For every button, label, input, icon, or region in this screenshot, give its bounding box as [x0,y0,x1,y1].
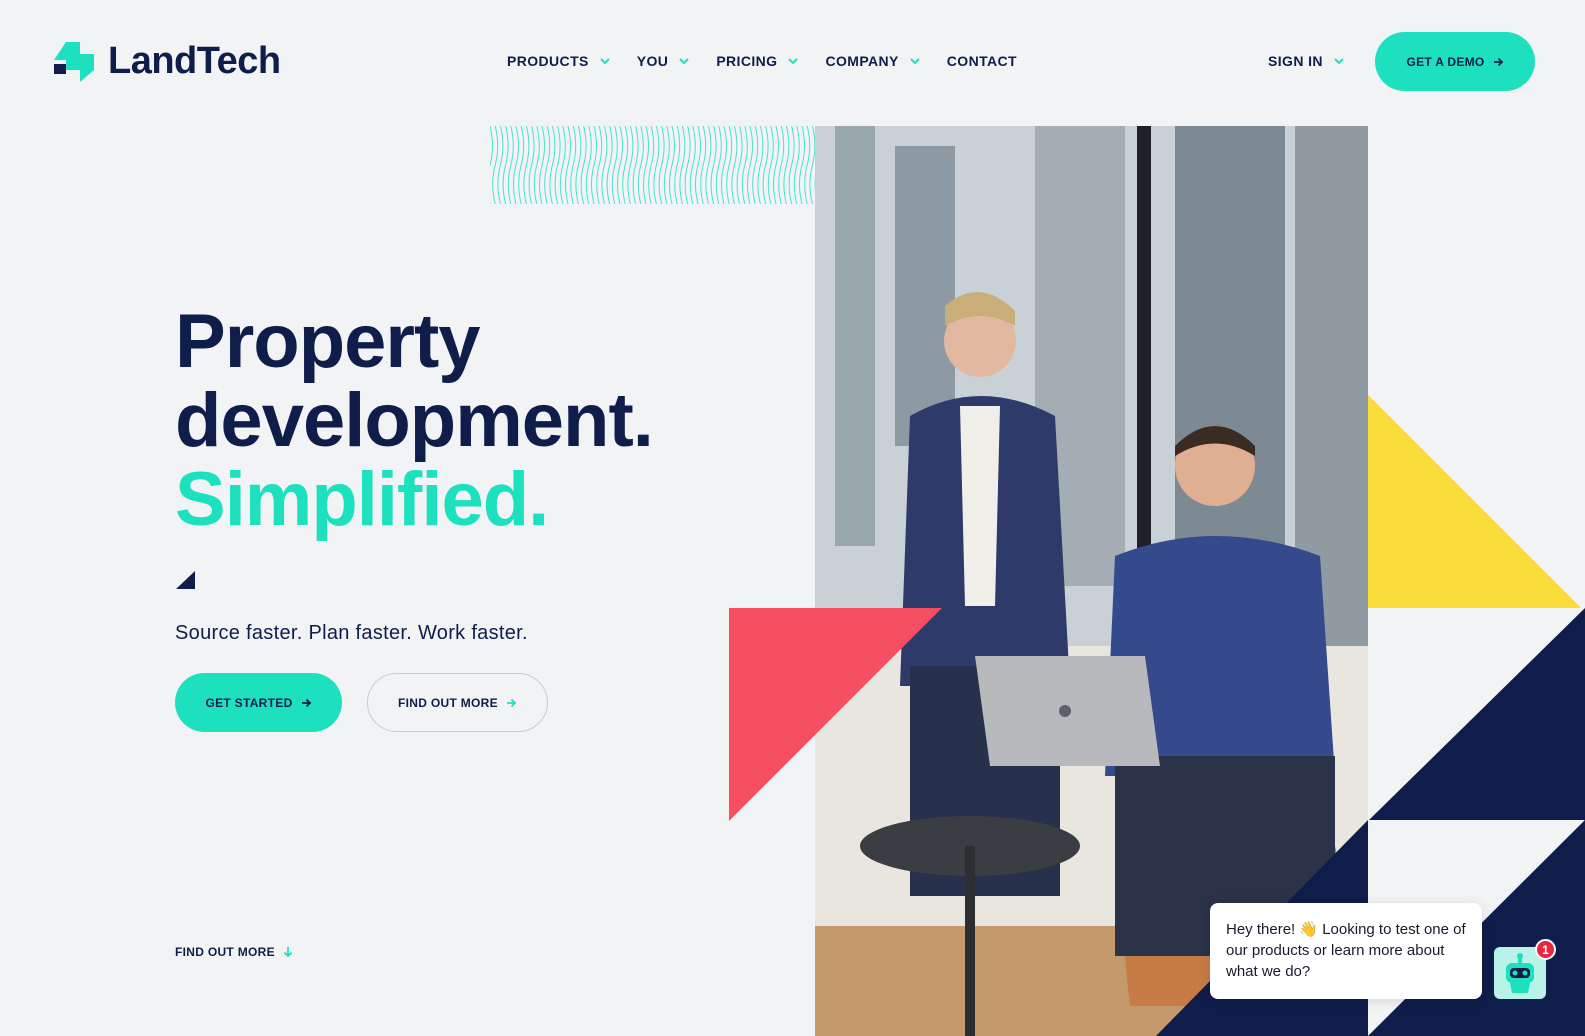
unread-badge: 1 [1535,939,1556,960]
arrow-right-icon [1493,57,1503,66]
hero-tagline: Source faster. Plan faster. Work faster. [175,622,528,644]
arrow-down-icon [283,947,293,958]
yellow-triangle [1368,395,1581,608]
sign-in-label: SIGN IN [1268,53,1323,69]
chevron-down-icon [679,58,690,65]
scroll-find-out-more-link[interactable]: FIND OUT MORE [175,945,293,959]
pink-triangle [729,608,942,821]
main-nav: PRODUCTS YOU PRICING COMPANY CONTACT [507,53,1017,69]
chat-bubble[interactable]: Hey there! 👋 Looking to test one of our … [1210,903,1482,999]
arrow-right-icon [301,698,311,707]
nav-item-contact[interactable]: CONTACT [947,53,1017,69]
nav-label: PRICING [716,53,778,69]
chevron-down-icon [600,58,610,65]
get-demo-label: GET A DEMO [1406,54,1485,69]
small-navy-triangle [176,571,195,589]
nav-label: PRODUCTS [507,53,589,69]
nav-item-you[interactable]: YOU [637,53,691,69]
nav-label: YOU [636,53,669,69]
find-out-more-button[interactable]: FIND OUT MORE [367,673,548,732]
nav-item-pricing[interactable]: PRICING [716,53,799,69]
nav-label: CONTACT [946,53,1017,69]
chevron-down-icon [788,58,799,65]
logo[interactable]: LandTech [50,38,281,84]
headline-line-1: Property [175,299,481,384]
scroll-label: FIND OUT MORE [175,945,275,959]
get-started-label: GET STARTED [205,695,293,710]
navy-triangle [1368,608,1585,821]
get-started-button[interactable]: GET STARTED [175,673,342,732]
get-demo-button[interactable]: GET A DEMO [1375,32,1535,91]
find-out-more-label: FIND OUT MORE [398,695,498,710]
sign-in-dropdown[interactable]: SIGN IN [1268,53,1345,69]
chevron-down-icon [1334,58,1344,65]
nav-item-company[interactable]: COMPANY [825,53,920,69]
chevron-down-icon [910,58,920,65]
headline-line-2: development. [175,378,654,463]
brand-name: LandTech [108,39,281,82]
arrow-right-icon [506,698,517,707]
chat-message: Hey there! 👋 Looking to test one of our … [1226,921,1466,980]
headline-line-3: Simplified. [175,457,549,542]
hero-headline: Property development. Simplified. [175,299,654,542]
nav-label: COMPANY [825,53,899,69]
landtech-logo-icon [54,42,94,82]
nav-item-products[interactable]: PRODUCTS [507,53,611,69]
